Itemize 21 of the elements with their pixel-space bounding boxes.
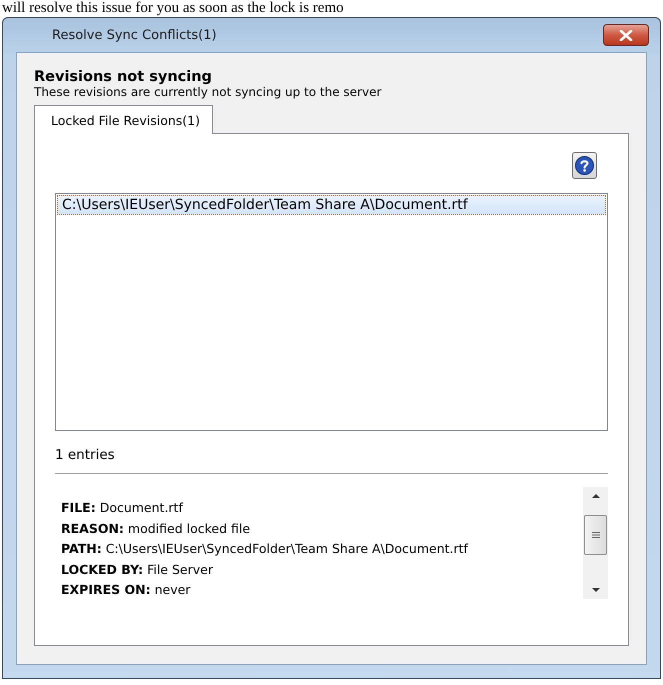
scroll-down-icon bbox=[592, 588, 600, 592]
section-heading: Revisions not syncing bbox=[34, 69, 213, 85]
section-description: These revisions are currently not syncing up to the server bbox=[34, 85, 382, 99]
close-button[interactable] bbox=[603, 24, 649, 46]
scrollbar[interactable] bbox=[583, 487, 608, 599]
detail-line: EXPIRES ON: never bbox=[61, 581, 192, 599]
scroll-thumb[interactable] bbox=[584, 515, 607, 555]
entry-count: 1 entries bbox=[55, 447, 116, 463]
detail-line: FILE: Document.rtf bbox=[61, 499, 184, 517]
tab[interactable]: Locked File Revisions(1) bbox=[34, 105, 214, 134]
detail-line: LOCKED BY: File Server bbox=[61, 560, 214, 578]
close-icon bbox=[619, 30, 633, 40]
window-title: Resolve Sync Conflicts(1) bbox=[51, 28, 217, 42]
detail-line: PATH: C:\Users\IEUser\SyncedFolder\Team Share A\Document.rtf bbox=[61, 540, 470, 558]
detail-line: REASON: modified locked file bbox=[61, 520, 252, 538]
background-page-text: will resolve this issue for you as soon as the lock is remo bbox=[1, 0, 345, 17]
help-icon bbox=[575, 156, 594, 175]
grip-icon bbox=[592, 532, 600, 538]
help-button[interactable] bbox=[572, 152, 597, 179]
scroll-up-icon bbox=[592, 494, 600, 498]
list-item[interactable]: C:\Users\IEUser\SyncedFolder\Team Share A\Document.rtf bbox=[57, 195, 606, 215]
